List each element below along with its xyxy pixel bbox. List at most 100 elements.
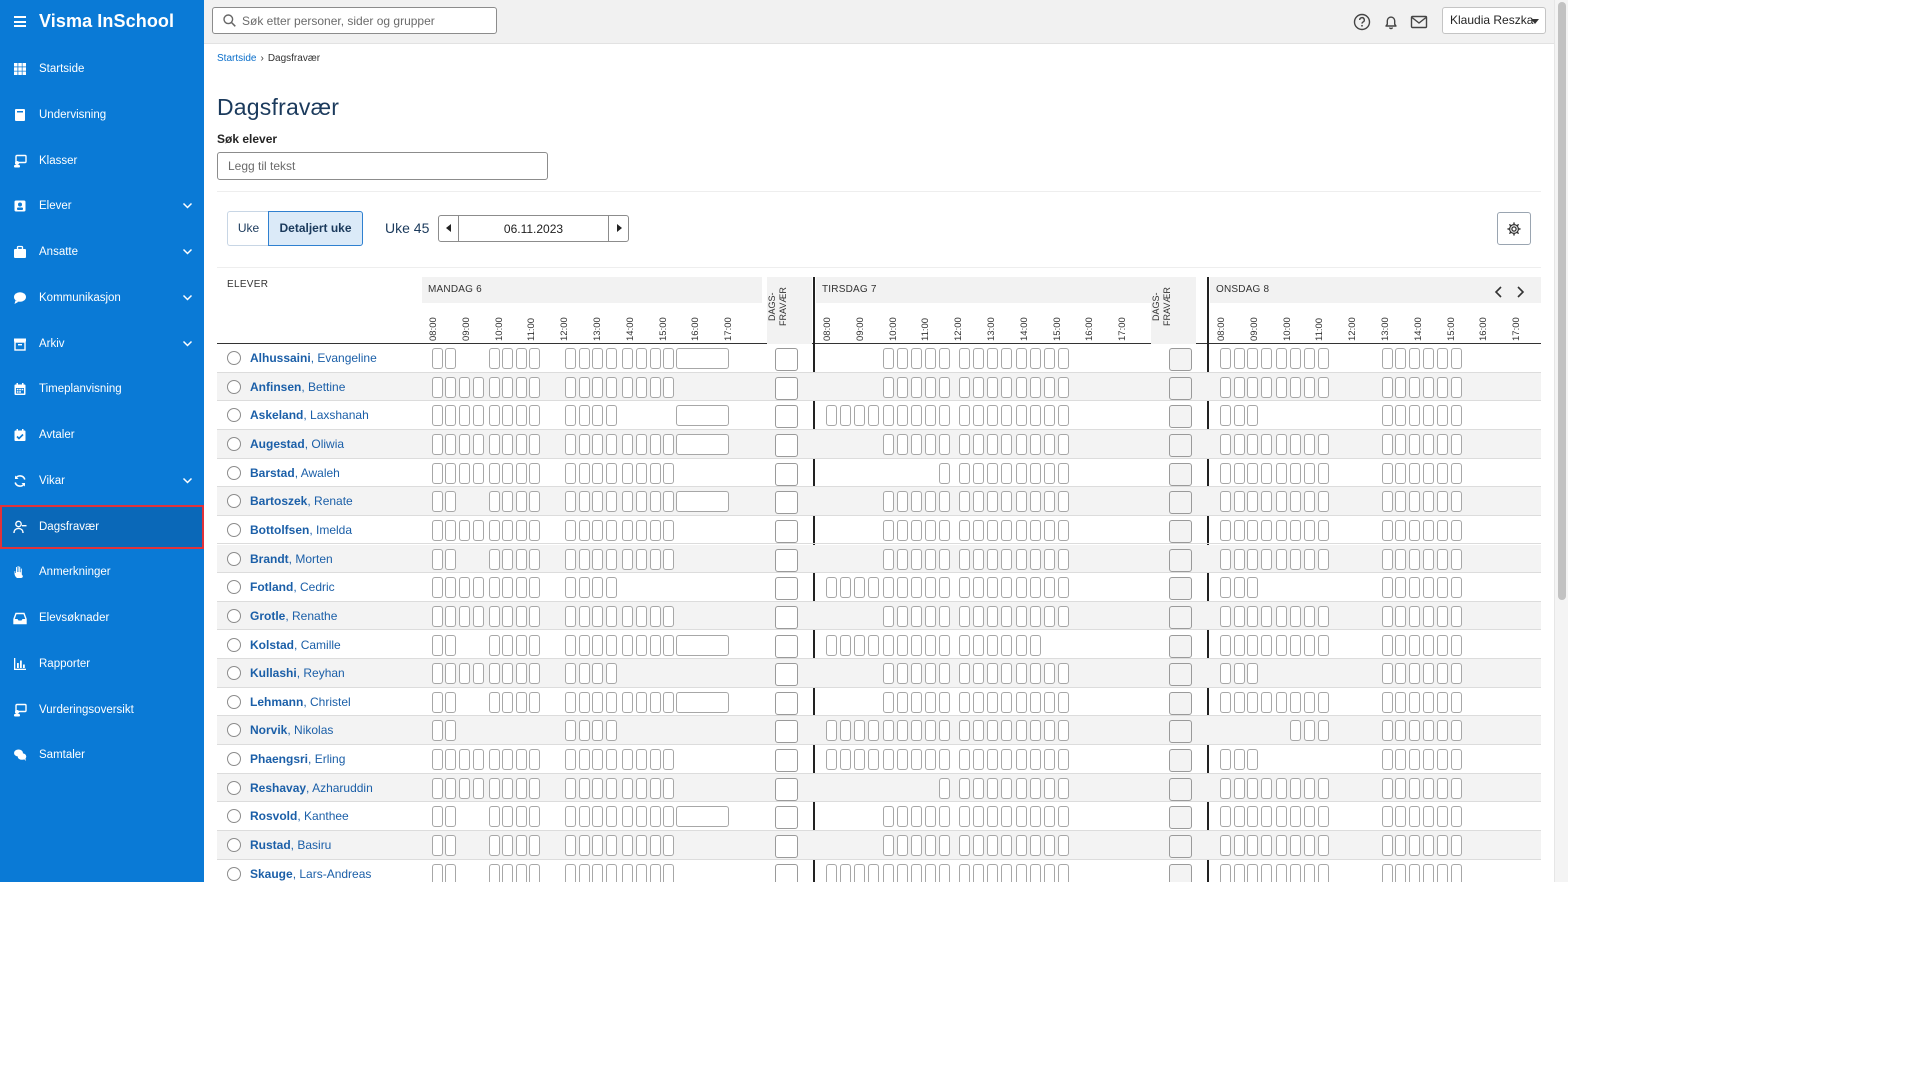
lesson-absence-cell[interactable] [622,835,633,857]
lesson-absence-cell[interactable] [883,634,894,656]
lesson-absence-cell[interactable] [565,462,576,484]
lesson-absence-cell[interactable] [473,376,484,398]
daily-absence-cell[interactable] [775,462,798,486]
lesson-absence-cell[interactable] [579,777,590,799]
lesson-absence-cell[interactable] [1423,405,1434,427]
lesson-absence-cell[interactable] [897,376,908,398]
student-name-link[interactable]: Bartoszek, Renate [250,494,353,508]
lesson-absence-cell[interactable] [987,405,998,427]
lesson-absence-cell[interactable] [826,749,837,771]
lesson-absence-cell[interactable] [516,663,527,685]
lesson-absence-cell[interactable] [1409,491,1420,513]
lesson-absence-cell[interactable] [1234,806,1245,828]
daily-absence-cell[interactable] [775,405,798,429]
lesson-absence-cell[interactable] [516,405,527,427]
lesson-absence-cell[interactable] [1030,519,1041,541]
row-select-radio[interactable] [227,608,241,623]
lesson-absence-cell[interactable] [489,491,500,513]
lesson-absence-cell[interactable] [565,577,576,599]
lesson-absence-cell[interactable] [959,634,970,656]
lesson-absence-cell[interactable] [565,835,576,857]
date-input[interactable]: 06.11.2023 [459,216,608,242]
scrollbar-thumb[interactable] [1558,2,1566,600]
lesson-absence-cell[interactable] [987,720,998,742]
lesson-absence-cell[interactable] [1234,777,1245,799]
lesson-absence-cell[interactable] [1437,548,1448,570]
lesson-absence-cell[interactable] [1001,577,1012,599]
lesson-absence-cell[interactable] [973,634,984,656]
lesson-absence-cell[interactable] [489,577,500,599]
page-scrollbar[interactable] [1554,0,1568,882]
student-name-link[interactable]: Reshavay, Azharuddin [250,781,373,795]
sidebar-item-arkiv[interactable]: Arkiv [0,322,204,366]
daily-absence-cell[interactable] [775,863,798,882]
lesson-absence-cell[interactable] [473,577,484,599]
lesson-absence-cell[interactable] [1451,491,1462,513]
lesson-absence-cell[interactable] [1058,863,1069,882]
daily-absence-cell[interactable] [775,691,798,715]
lesson-absence-cell[interactable] [1276,548,1287,570]
row-select-radio[interactable] [227,666,241,681]
lesson-absence-cell[interactable] [1382,749,1393,771]
lesson-absence-cell[interactable] [1247,433,1258,455]
lesson-absence-cell[interactable] [565,605,576,627]
daily-absence-cell[interactable] [1169,749,1192,773]
lesson-absence-cell[interactable] [1318,376,1329,398]
lesson-absence-cell[interactable] [1220,548,1231,570]
lesson-absence-cell[interactable] [854,405,865,427]
sidebar-item-startside[interactable]: Startside [0,47,204,91]
lesson-absence-cell[interactable] [1261,605,1272,627]
lesson-absence-cell[interactable] [489,863,500,882]
lesson-absence-cell[interactable] [502,376,513,398]
lesson-absence-cell[interactable] [1437,519,1448,541]
lesson-absence-cell[interactable] [529,548,540,570]
daily-absence-cell[interactable] [775,634,798,658]
lesson-absence-cell[interactable] [432,405,443,427]
lesson-absence-cell[interactable] [1382,634,1393,656]
lesson-absence-cell[interactable] [1016,548,1027,570]
lesson-absence-cell[interactable] [883,519,894,541]
lesson-absence-cell[interactable] [1220,634,1231,656]
lesson-absence-cell[interactable] [868,720,879,742]
lesson-absence-cell[interactable] [987,491,998,513]
daily-absence-cell[interactable] [1169,663,1192,687]
lesson-absence-cell[interactable] [489,605,500,627]
lesson-absence-cell[interactable] [1451,519,1462,541]
lesson-absence-cell[interactable] [1001,348,1012,369]
lesson-absence-cell[interactable] [1395,777,1406,799]
row-select-radio[interactable] [227,723,241,738]
lesson-absence-cell[interactable] [1247,863,1258,882]
lesson-absence-cell[interactable] [1451,806,1462,828]
lesson-absence-cell[interactable] [1276,634,1287,656]
daily-absence-cell[interactable] [1169,462,1192,486]
lesson-absence-cell[interactable] [445,749,456,771]
lesson-absence-cell[interactable] [592,720,603,742]
lesson-absence-cell[interactable] [579,491,590,513]
lesson-absence-cell[interactable] [911,863,922,882]
daily-absence-cell[interactable] [1169,720,1192,744]
lesson-absence-cell[interactable] [663,806,674,828]
lesson-absence-cell[interactable] [592,749,603,771]
lesson-absence-cell[interactable] [1058,835,1069,857]
lesson-absence-cell[interactable] [939,777,950,799]
lesson-absence-cell[interactable] [650,433,661,455]
daily-absence-cell[interactable] [775,806,798,830]
lesson-absence-cell[interactable] [1409,749,1420,771]
daily-absence-cell[interactable] [775,749,798,773]
lesson-absence-cell[interactable] [1276,605,1287,627]
lesson-absence-cell[interactable] [939,806,950,828]
lesson-absence-cell[interactable] [1304,519,1315,541]
lesson-absence-cell[interactable] [1044,462,1055,484]
lesson-absence-cell[interactable] [1276,691,1287,713]
lesson-absence-cell[interactable] [516,548,527,570]
lesson-absence-cell[interactable] [445,405,456,427]
lesson-absence-cell[interactable] [939,491,950,513]
notification-bell-icon[interactable] [1382,13,1400,31]
lesson-absence-cell[interactable] [939,519,950,541]
lesson-absence-cell[interactable] [973,405,984,427]
lesson-absence-cell[interactable] [579,519,590,541]
lesson-absence-cell[interactable] [973,663,984,685]
lesson-absence-cell[interactable] [939,376,950,398]
lesson-absence-cell[interactable] [565,519,576,541]
lesson-absence-cell[interactable] [606,548,617,570]
